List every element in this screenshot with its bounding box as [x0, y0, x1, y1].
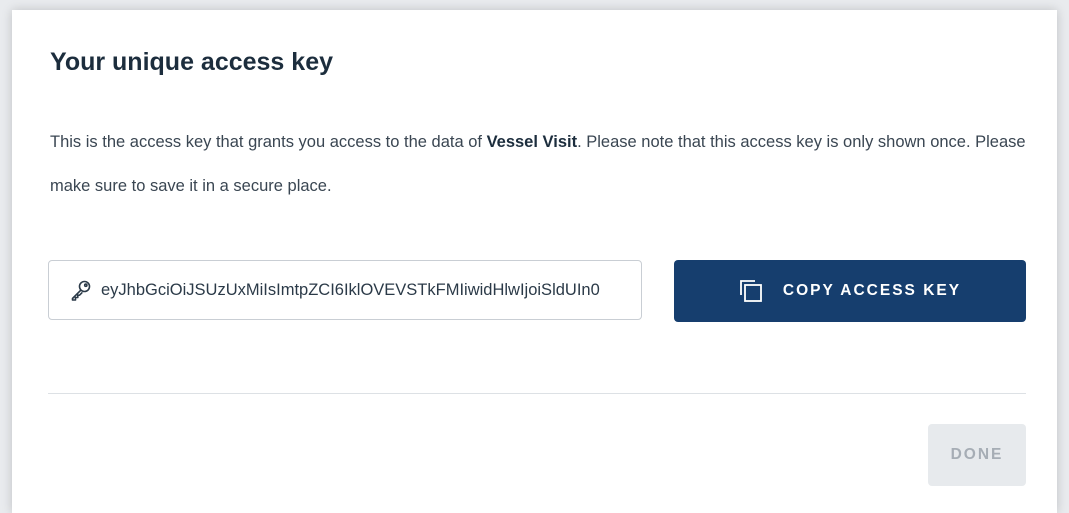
- footer-divider: [48, 393, 1026, 394]
- copy-icon: [739, 279, 763, 303]
- access-key-dialog: Your unique access key This is the acces…: [12, 10, 1057, 513]
- dataset-name: Vessel Visit: [486, 133, 578, 151]
- done-button[interactable]: DONE: [928, 424, 1026, 486]
- dialog-title: Your unique access key: [50, 48, 333, 76]
- copy-access-key-button[interactable]: COPY ACCESS KEY: [674, 260, 1026, 322]
- description-text-start: This is the access key that grants you a…: [50, 133, 487, 151]
- copy-button-label: COPY ACCESS KEY: [782, 282, 962, 299]
- access-key-field[interactable]: eyJhbGciOiJSUzUxMiIsImtpZCI6IklOVEVSTkFM…: [48, 260, 642, 320]
- access-key-value[interactable]: eyJhbGciOiJSUzUxMiIsImtpZCI6IklOVEVSTkFM…: [101, 281, 641, 300]
- dialog-description: This is the access key that grants you a…: [50, 120, 1030, 208]
- key-icon: [67, 276, 95, 304]
